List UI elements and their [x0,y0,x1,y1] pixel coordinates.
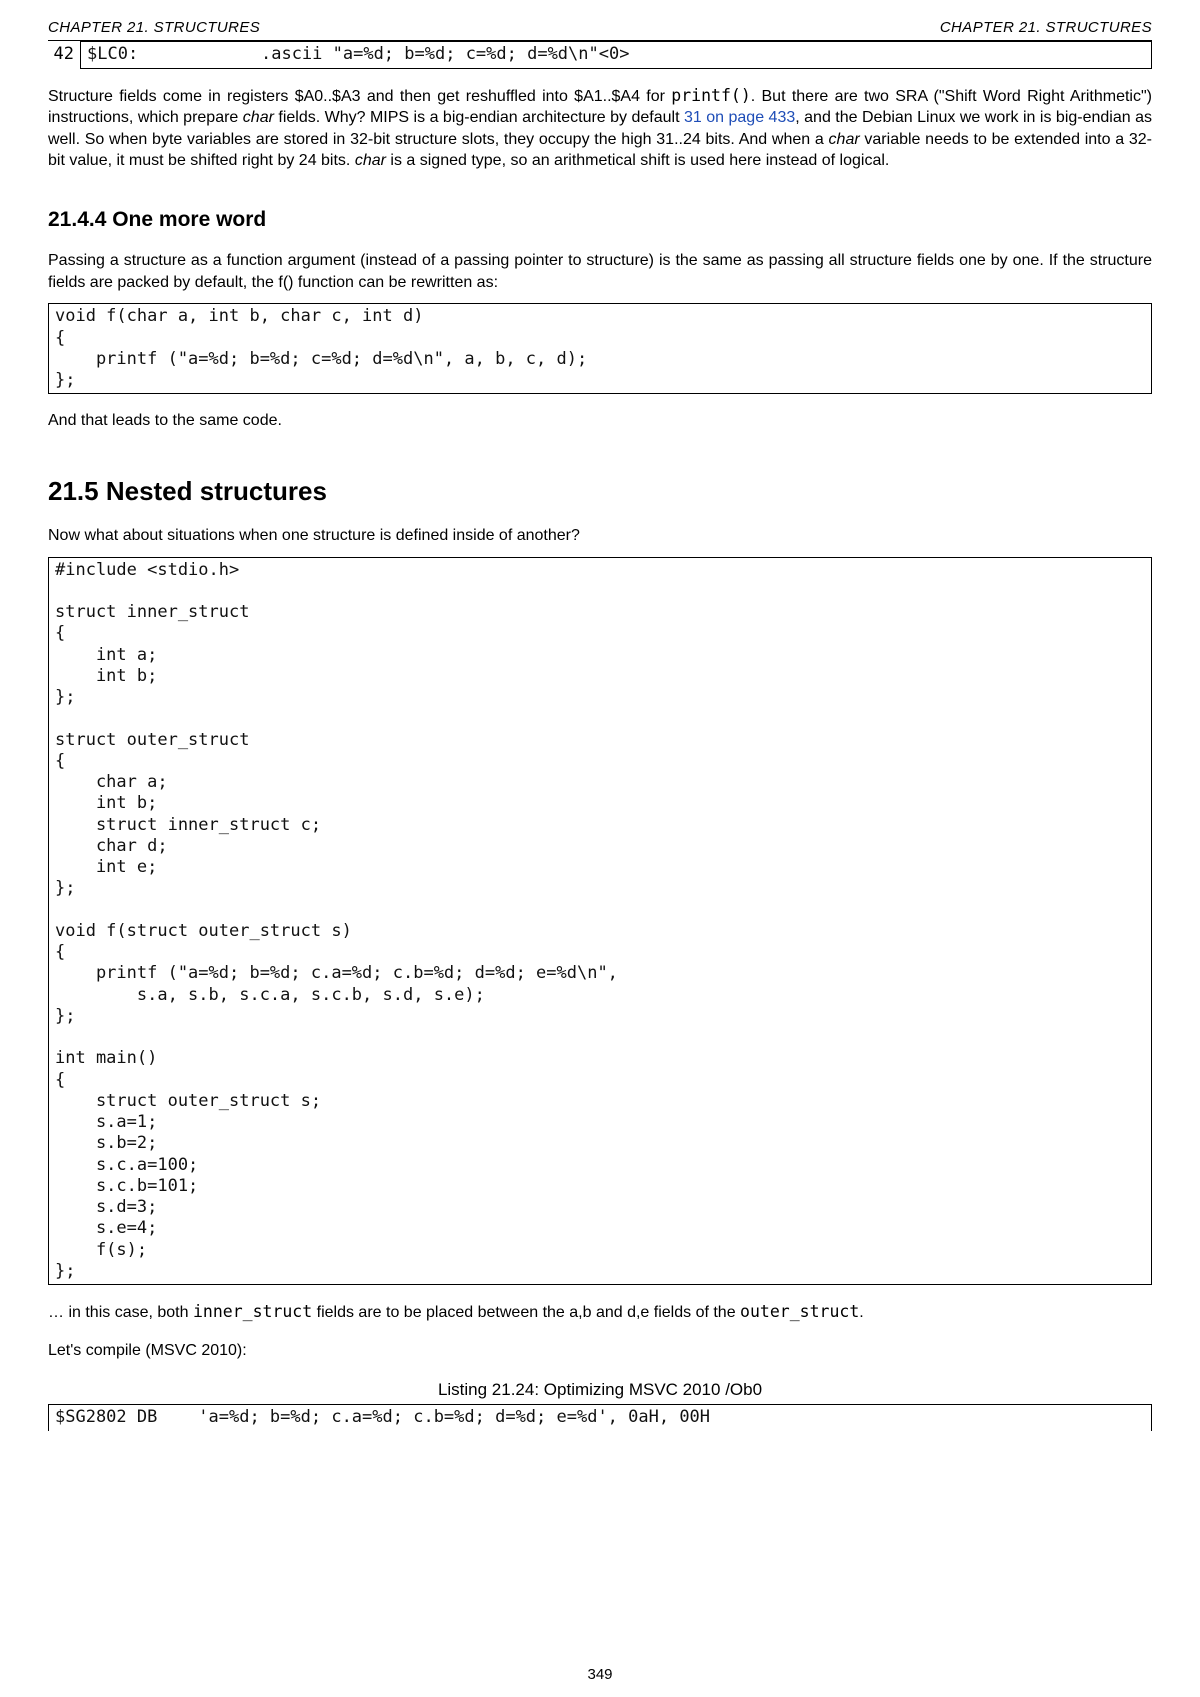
italic-char: char [829,131,860,148]
text: is a signed type, so an arithmetical shi… [386,152,889,169]
header-left: CHAPTER 21. STRUCTURES [48,18,260,38]
subsection-paragraph: Passing a structure as a function argume… [48,250,1152,293]
section-heading: 21.5 Nested structures [48,474,1152,509]
code-block-asm-label: $LC0: .ascii "a=%d; b=%d; c=%d; d=%d\n"<… [80,41,1152,68]
listing-caption: Listing 21.24: Optimizing MSVC 2010 /Ob0 [48,1379,1152,1402]
intro-paragraph: Structure fields come in registers $A0..… [48,85,1152,172]
inline-code-printf: printf() [671,86,750,105]
text: fields. Why? MIPS is a big-endian archit… [274,109,684,126]
subsection-heading: 21.4.4 One more word [48,206,1152,234]
section-paragraph: Now what about situations when one struc… [48,525,1152,547]
line-number: 42 [48,41,80,68]
text: Structure fields come in registers $A0..… [48,88,671,105]
text: … in this case, both [48,1304,193,1321]
text: . [859,1304,863,1321]
leads-paragraph: And that leads to the same code. [48,410,1152,432]
running-header: CHAPTER 21. STRUCTURES CHAPTER 21. STRUC… [48,18,1152,41]
tail-paragraph-2: Let's compile (MSVC 2010): [48,1340,1152,1362]
code-block-nested-structs: #include <stdio.h> struct inner_struct {… [48,557,1152,1286]
italic-char: char [243,109,274,126]
text: fields are to be placed between the a,b … [312,1304,740,1321]
page-number: 349 [0,1665,1200,1685]
code-continuation-row: 42 $LC0: .ascii "a=%d; b=%d; c=%d; d=%d\… [48,41,1152,68]
code-block-msvc-listing: $SG2802 DB 'a=%d; b=%d; c.a=%d; c.b=%d; … [48,1404,1152,1430]
tail-paragraph-1: … in this case, both inner_struct fields… [48,1301,1152,1324]
page: CHAPTER 21. STRUCTURES CHAPTER 21. STRUC… [0,0,1200,1697]
code-block-c-func: void f(char a, int b, char c, int d) { p… [48,303,1152,394]
italic-char: char [355,152,386,169]
xref-link[interactable]: 31 on page 433 [684,109,795,126]
inline-code-outer-struct: outer_struct [740,1302,859,1321]
header-right: CHAPTER 21. STRUCTURES [940,18,1152,38]
inline-code-inner-struct: inner_struct [193,1302,312,1321]
